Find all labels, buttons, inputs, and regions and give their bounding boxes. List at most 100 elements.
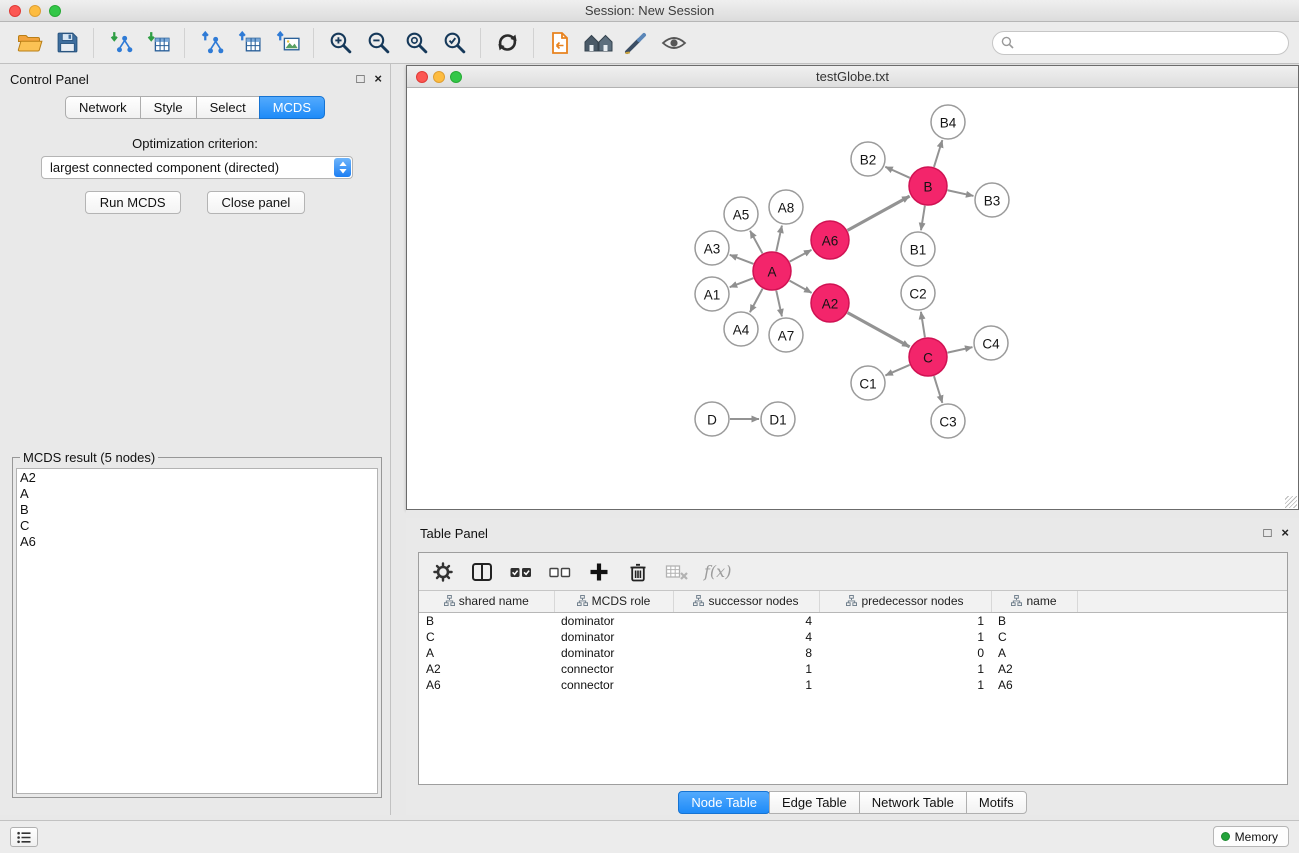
graph-node-A2[interactable]: A2 xyxy=(811,284,849,322)
minimize-window-button[interactable] xyxy=(29,5,41,17)
table-cell[interactable]: C xyxy=(419,629,554,645)
graph-node-A6[interactable]: A6 xyxy=(811,221,849,259)
graph-node-B3[interactable]: B3 xyxy=(975,183,1009,217)
graph-node-B1[interactable]: B1 xyxy=(901,232,935,266)
table-cell[interactable]: connector xyxy=(554,677,673,693)
mcds-result-item[interactable]: A6 xyxy=(20,534,374,550)
zoom-selected-button[interactable] xyxy=(435,25,473,61)
graph-edge-C-C3[interactable] xyxy=(934,376,942,403)
table-cell[interactable]: 8 xyxy=(673,645,819,661)
graph-edge-C-C2[interactable] xyxy=(921,312,925,337)
table-cell[interactable]: C xyxy=(991,629,1077,645)
network-canvas[interactable]: B4B2BB3A8A5A6A3B1AA1C2A2A4A7C4CC1C3DD1 xyxy=(407,88,1298,509)
table-cell[interactable]: dominator xyxy=(554,629,673,645)
table-row[interactable]: Adominator80A xyxy=(419,645,1287,661)
graph-node-A5[interactable]: A5 xyxy=(724,197,758,231)
refresh-view-button[interactable] xyxy=(488,25,526,61)
close-table-panel-button[interactable]: × xyxy=(1281,526,1289,540)
table-cell[interactable]: 4 xyxy=(673,629,819,645)
mcds-result-item[interactable]: B xyxy=(20,502,374,518)
float-panel-button[interactable]: □ xyxy=(357,72,365,86)
export-network-button[interactable] xyxy=(192,25,230,61)
tab-network-table[interactable]: Network Table xyxy=(859,791,967,814)
graph-edge-A-A5[interactable] xyxy=(750,231,762,254)
graph-edge-B-B4[interactable] xyxy=(934,140,942,167)
annotation-pen-button[interactable] xyxy=(617,25,655,61)
table-row[interactable]: Bdominator41B xyxy=(419,612,1287,629)
import-network-button[interactable] xyxy=(101,25,139,61)
close-panel-button[interactable]: × xyxy=(374,72,382,86)
table-cell[interactable]: connector xyxy=(554,661,673,677)
resize-grip[interactable] xyxy=(1285,496,1297,508)
export-table-button[interactable] xyxy=(230,25,268,61)
add-column-button[interactable] xyxy=(587,560,611,584)
graph-edge-C-C1[interactable] xyxy=(885,365,909,375)
open-file-button[interactable] xyxy=(10,25,48,61)
unselect-all-rows-button[interactable] xyxy=(548,560,572,584)
table-cell[interactable]: B xyxy=(419,612,554,629)
vertical-splitter[interactable] xyxy=(392,64,406,815)
mcds-result-item[interactable]: A2 xyxy=(20,470,374,486)
show-hide-button[interactable] xyxy=(655,25,693,61)
graph-node-A[interactable]: A xyxy=(753,252,791,290)
table-cell[interactable]: 1 xyxy=(819,661,991,677)
graph-edge-A-A1[interactable] xyxy=(730,278,754,287)
zoom-window-button[interactable] xyxy=(49,5,61,17)
graph-node-C4[interactable]: C4 xyxy=(974,326,1008,360)
delete-column-button[interactable] xyxy=(626,560,650,584)
graph-edge-B-B3[interactable] xyxy=(948,190,974,196)
tab-style[interactable]: Style xyxy=(140,96,197,119)
select-all-rows-button[interactable] xyxy=(509,560,533,584)
graph-node-D[interactable]: D xyxy=(695,402,729,436)
table-row[interactable]: Cdominator41C xyxy=(419,629,1287,645)
table-cell[interactable]: A6 xyxy=(419,677,554,693)
network-window-titlebar[interactable]: testGlobe.txt xyxy=(407,66,1298,88)
graph-edge-B-B1[interactable] xyxy=(921,206,925,230)
graph-edge-A-A2[interactable] xyxy=(790,281,812,293)
table-cell[interactable]: 1 xyxy=(673,677,819,693)
network-overview-button[interactable] xyxy=(579,25,617,61)
graph-edge-A-A4[interactable] xyxy=(750,289,763,313)
graph-node-B4[interactable]: B4 xyxy=(931,105,965,139)
graph-node-B2[interactable]: B2 xyxy=(851,142,885,176)
network-graph[interactable]: B4B2BB3A8A5A6A3B1AA1C2A2A4A7C4CC1C3DD1 xyxy=(407,88,1298,509)
table-cell[interactable]: A xyxy=(991,645,1077,661)
tab-mcds[interactable]: MCDS xyxy=(259,96,325,119)
graph-node-A1[interactable]: A1 xyxy=(695,277,729,311)
table-cell[interactable]: A6 xyxy=(991,677,1077,693)
tab-motifs[interactable]: Motifs xyxy=(966,791,1027,814)
graph-node-C2[interactable]: C2 xyxy=(901,276,935,310)
graph-node-C1[interactable]: C1 xyxy=(851,366,885,400)
table-settings-button[interactable] xyxy=(431,560,455,584)
tab-node-table[interactable]: Node Table xyxy=(678,791,770,814)
table-cell[interactable]: A2 xyxy=(419,661,554,677)
mcds-result-item[interactable]: C xyxy=(20,518,374,534)
table-row[interactable]: A6connector11A6 xyxy=(419,677,1287,693)
task-history-button[interactable] xyxy=(10,827,38,847)
optimization-criterion-select[interactable]: largest connected component (directed) xyxy=(41,156,353,179)
tab-network[interactable]: Network xyxy=(65,96,141,119)
import-table-button[interactable] xyxy=(139,25,177,61)
graph-node-A8[interactable]: A8 xyxy=(769,190,803,224)
graph-edge-A-A8[interactable] xyxy=(776,226,782,252)
graph-node-A3[interactable]: A3 xyxy=(695,231,729,265)
search-input[interactable] xyxy=(1019,35,1280,50)
graph-node-C[interactable]: C xyxy=(909,338,947,376)
graph-edge-C-C4[interactable] xyxy=(948,347,973,353)
table-cell[interactable]: 1 xyxy=(819,629,991,645)
close-window-button[interactable] xyxy=(9,5,21,17)
column-header-MCDS-role[interactable]: MCDS role xyxy=(554,591,673,612)
delete-table-button[interactable] xyxy=(665,560,689,584)
memory-button[interactable]: Memory xyxy=(1213,826,1289,847)
table-cell[interactable]: A2 xyxy=(991,661,1077,677)
table-cell[interactable]: dominator xyxy=(554,645,673,661)
search-box[interactable] xyxy=(992,31,1289,55)
graph-node-D1[interactable]: D1 xyxy=(761,402,795,436)
function-builder-button[interactable]: f(x) xyxy=(704,562,731,581)
zoom-out-button[interactable] xyxy=(359,25,397,61)
column-header-name[interactable]: name xyxy=(991,591,1077,612)
close-network-window-button[interactable] xyxy=(416,71,428,83)
close-panel-button-inline[interactable]: Close panel xyxy=(207,191,306,214)
graph-edge-A2-C[interactable] xyxy=(848,313,910,347)
table-cell[interactable]: 1 xyxy=(673,661,819,677)
